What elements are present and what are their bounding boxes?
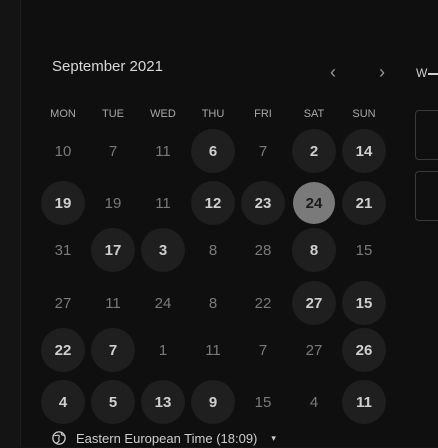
day-cell: 27 — [54, 294, 72, 312]
weekday-label: SAT — [303, 108, 325, 120]
next-month-button[interactable]: › — [373, 62, 391, 82]
timezone-selector[interactable]: Eastern European Time (18:09) ▾ — [52, 428, 276, 448]
available-day-button[interactable]: 27 — [292, 281, 336, 325]
weekday-label: TUE — [102, 108, 124, 120]
chevron-down-icon: ▾ — [271, 432, 276, 443]
weekday-label: WED — [150, 108, 176, 120]
time-slot-button[interactable] — [415, 110, 438, 160]
day-cell: 7 — [258, 341, 268, 359]
calendar-panel: September 2021 ‹ › W MON TUE WED THU FRI SAT S… — [20, 0, 438, 447]
day-cell: 15 — [254, 393, 272, 411]
available-day-button[interactable]: 5 — [91, 380, 135, 424]
available-day-button[interactable]: 6 — [191, 129, 235, 173]
day-cell: 10 — [54, 142, 72, 160]
day-cell: 28 — [254, 241, 272, 259]
available-day-button[interactable]: 19 — [41, 181, 85, 225]
available-day-button[interactable]: 7 — [91, 328, 135, 372]
day-cell: 27 — [305, 341, 323, 359]
day-cell: 22 — [254, 294, 272, 312]
weekday-label: MON — [50, 108, 76, 120]
day-cell: 1 — [158, 341, 168, 359]
day-cell: 31 — [54, 241, 72, 259]
time-slot-button[interactable] — [415, 171, 438, 221]
day-cell: 4 — [309, 393, 319, 411]
day-cell: 8 — [208, 294, 218, 312]
day-cell: 11 — [205, 341, 221, 359]
day-cell: 19 — [104, 194, 122, 212]
day-cell: 11 — [155, 194, 171, 212]
available-day-button[interactable]: 26 — [342, 328, 386, 372]
available-day-button[interactable]: 12 — [191, 181, 235, 225]
day-cell: 8 — [208, 241, 218, 259]
day-cell: 11 — [155, 142, 171, 160]
available-day-button[interactable]: 23 — [241, 181, 285, 225]
available-day-button[interactable]: 11 — [342, 380, 386, 424]
available-day-button[interactable]: 13 — [141, 380, 185, 424]
available-day-button[interactable]: 4 — [41, 380, 85, 424]
available-day-button[interactable]: 2 — [292, 129, 336, 173]
side-panel-label: W — [416, 66, 438, 80]
weekday-label: SUN — [352, 108, 376, 120]
available-day-button[interactable]: 17 — [91, 228, 135, 272]
weekday-label: THU — [201, 108, 225, 120]
day-cell: 7 — [108, 142, 118, 160]
globe-icon — [52, 431, 66, 445]
available-day-button[interactable]: 21 — [342, 181, 386, 225]
weekday-label: FRI — [254, 108, 272, 120]
previous-month-button[interactable]: ‹ — [324, 62, 342, 82]
available-day-button[interactable]: 9 — [191, 380, 235, 424]
available-day-button[interactable]: 3 — [141, 228, 185, 272]
day-cell: 24 — [154, 294, 172, 312]
available-day-button[interactable]: 15 — [342, 281, 386, 325]
available-day-button[interactable]: 22 — [41, 328, 85, 372]
day-cell: 15 — [355, 241, 373, 259]
month-title: September 2021 — [52, 58, 163, 75]
day-cell: 11 — [105, 294, 121, 312]
available-day-button[interactable]: 8 — [292, 228, 336, 272]
available-day-button[interactable]: 14 — [342, 129, 386, 173]
day-cell: 7 — [258, 142, 268, 160]
selected-day-button[interactable]: 24 — [293, 182, 335, 224]
timezone-label: Eastern European Time (18:09) — [76, 430, 258, 446]
